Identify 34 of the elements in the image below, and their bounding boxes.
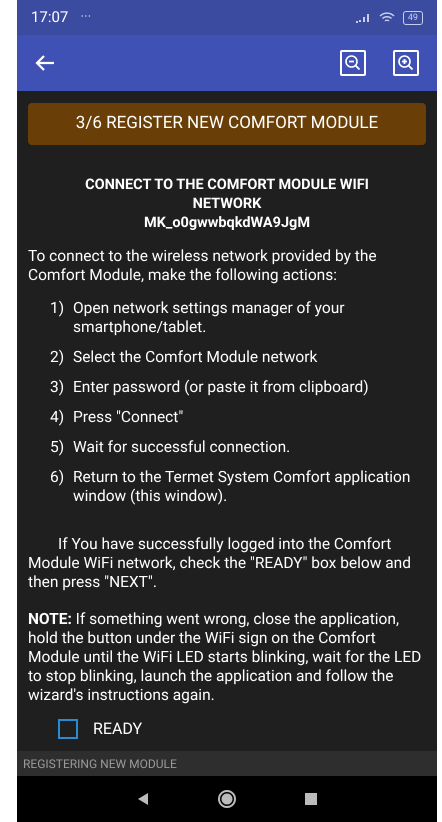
ready-checkbox[interactable] bbox=[58, 719, 78, 739]
network-name: MK_o0gwwbqkdWA9JgM bbox=[144, 213, 310, 232]
zoom-out-icon bbox=[344, 54, 362, 72]
intro-text: To connect to the wireless network provided by the Comfort Module, make the following actions: bbox=[28, 247, 378, 285]
step-text: Press "Connect" bbox=[73, 408, 184, 427]
step-text: Wait for successful connection. bbox=[73, 438, 290, 457]
step-header-button[interactable]: 3/6 REGISTER NEW COMFORT MODULE bbox=[28, 103, 426, 145]
step-number: 6) bbox=[50, 468, 66, 488]
checkbox-label: READY bbox=[93, 718, 142, 740]
step-number: 1) bbox=[50, 299, 66, 319]
back-button[interactable] bbox=[35, 54, 55, 72]
notification-dots: ··· bbox=[80, 8, 92, 27]
battery-indicator: 49 bbox=[402, 10, 423, 24]
step-number: 2) bbox=[50, 348, 66, 367]
step-number: 5) bbox=[50, 438, 66, 457]
footer-status: REGISTERING NEW MODULE bbox=[17, 751, 437, 776]
signal-icon bbox=[354, 12, 371, 22]
step-text: Return to the Termet System Comfort application window (this window). bbox=[73, 468, 412, 506]
zoom-in-button[interactable] bbox=[393, 50, 419, 76]
zoom-out-button[interactable] bbox=[340, 50, 366, 76]
clock: 17:07 bbox=[31, 7, 68, 28]
step-number: 4) bbox=[50, 408, 66, 427]
step-number: 3) bbox=[50, 378, 66, 397]
back-triangle-icon[interactable] bbox=[137, 792, 149, 806]
home-circle-icon[interactable] bbox=[217, 789, 237, 809]
step-text: Open network settings manager of your smartphone/tablet. bbox=[73, 299, 346, 337]
note-text: NOTE: If something went wrong, close the application, hold the button under the WiFi sign on the Comfort Module until the WiFi LED starts blinking, wait for the LED to stop blinking, launch the application and follow the wizard's instructions again. bbox=[28, 610, 422, 705]
step-text: Enter password (or paste it from clipboard) bbox=[73, 378, 369, 397]
back-arrow-icon bbox=[35, 54, 55, 72]
zoom-in-icon bbox=[397, 54, 415, 72]
wifi-icon bbox=[378, 12, 395, 24]
section-heading: CONNECT TO THE COMFORT MODULE WIFI NETWORK bbox=[84, 175, 370, 213]
step-text: Select the Comfort Module network bbox=[73, 348, 318, 367]
instruction-text: If You have successfully logged into the Comfort Module WiFi network, check the "READY" box below and then press "NEXT". bbox=[28, 535, 412, 592]
